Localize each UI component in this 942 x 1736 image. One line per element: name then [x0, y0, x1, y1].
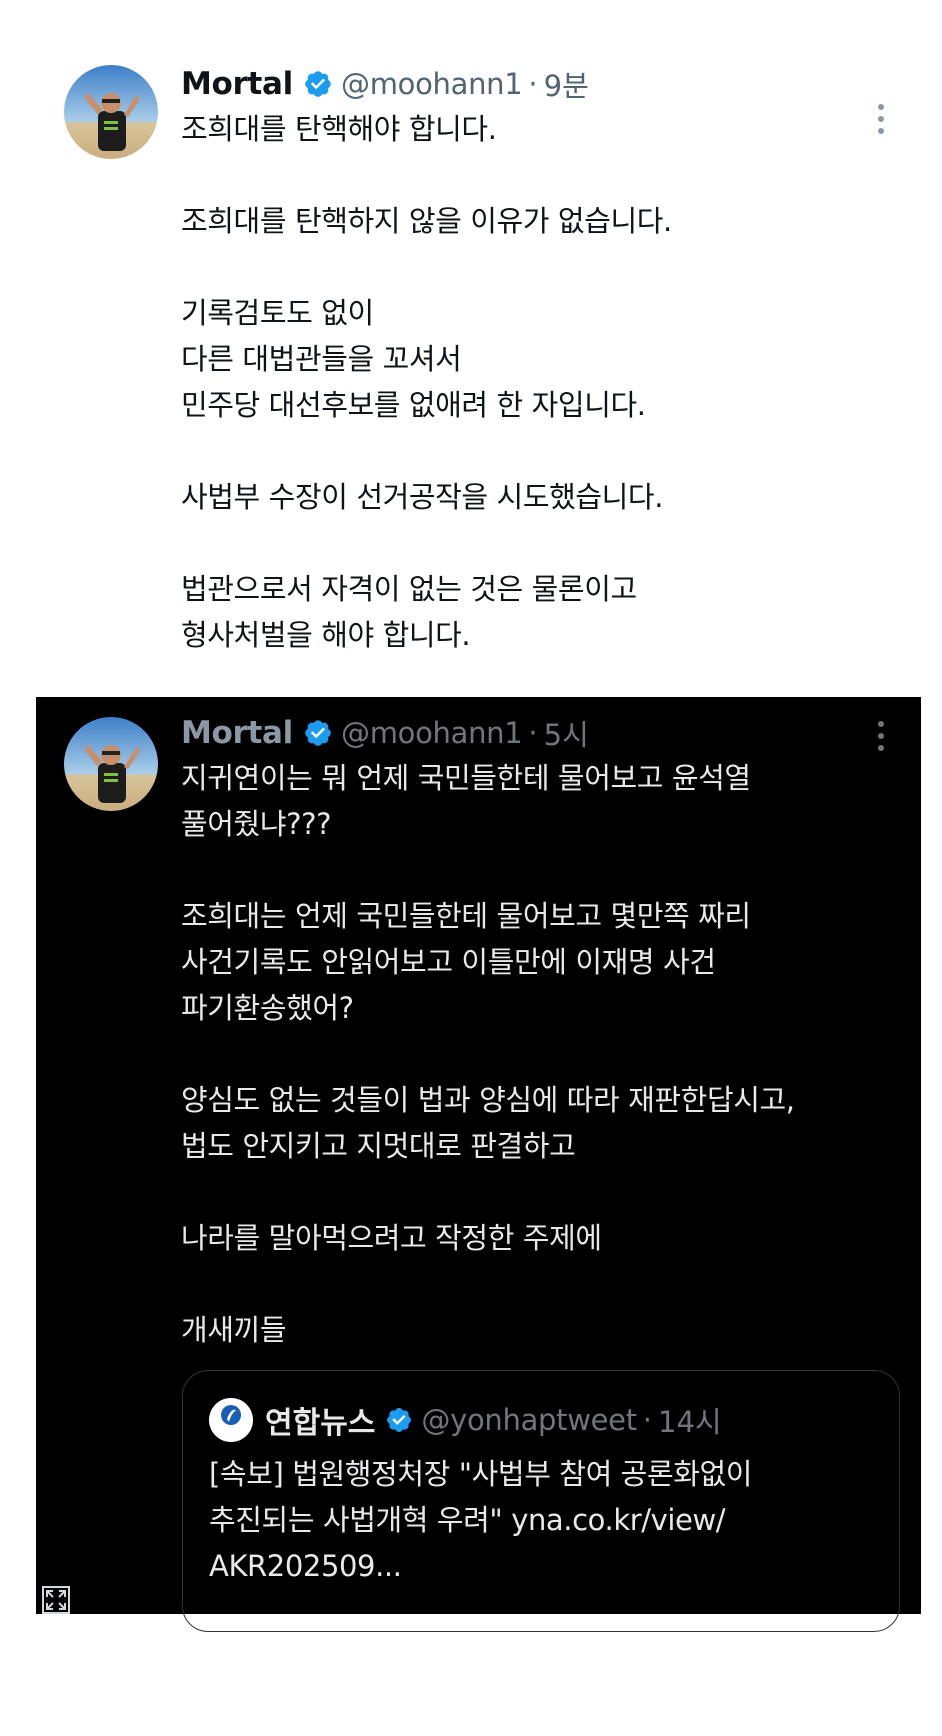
verified-badge-icon [305, 720, 331, 746]
tweet-header: Mortal @moohann1 · 5시 [181, 711, 589, 755]
quoted-tweet-header: 연합뉴스 @yonhaptweet · 14시 [209, 1397, 722, 1443]
tweet-line: 법관으로서 자격이 없는 것은 물론이고 [181, 572, 637, 606]
quoted-author-name[interactable]: 연합뉴스 [265, 1398, 375, 1442]
quoted-line: 추진되는 사법개혁 우려" yna.co.kr/view/ [209, 1503, 726, 1537]
tweet-light: Mortal @moohann1 · 9분 조희대를 탄핵해야 합니다. 조희대… [0, 40, 942, 680]
separator-dot: · [528, 67, 538, 101]
quoted-line: [속보] 법원행정처장 "사법부 참여 공론화없이 [209, 1457, 753, 1491]
separator-dot: · [528, 716, 538, 750]
tweet-line: 민주당 대선후보를 없애려 한 자입니다. [181, 388, 646, 422]
tweet-body: 지귀연이는 뭐 언제 국민들한테 물어보고 윤석열 풀어줬냐??? 조희대는 언… [181, 755, 795, 1353]
tweet-line: 지귀연이는 뭐 언제 국민들한테 물어보고 윤석열 [181, 761, 751, 795]
author-name[interactable]: Mortal [181, 66, 293, 102]
tweet-line: 나라를 말아먹으려고 작정한 주제에 [181, 1221, 602, 1255]
author-avatar[interactable] [64, 65, 158, 159]
tweet-header: Mortal @moohann1 · 9분 [181, 62, 589, 106]
quoted-tweet-body: [속보] 법원행정처장 "사법부 참여 공론화없이 추진되는 사법개혁 우려" … [209, 1451, 752, 1589]
quoted-tweet-time[interactable]: 14시 [658, 1399, 722, 1441]
quoted-tweet-card[interactable]: 연합뉴스 @yonhaptweet · 14시 [속보] 법원행정처장 "사법부… [182, 1370, 900, 1632]
author-avatar[interactable] [64, 717, 158, 811]
more-options-icon[interactable] [876, 104, 886, 134]
author-handle[interactable]: @moohann1 [341, 716, 523, 750]
expand-media-icon[interactable] [42, 1586, 70, 1614]
tweet-line: 형사처벌을 해야 합니다. [181, 618, 471, 652]
tweet-time[interactable]: 5시 [544, 712, 589, 754]
tweet-line: 사건기록도 안읽어보고 이틀만에 이재명 사건 [181, 945, 716, 979]
tweet-dark: Mortal @moohann1 · 5시 지귀연이는 뭐 언제 국민들한테 물… [36, 697, 921, 1632]
tweet-line: 조희대는 언제 국민들한테 물어보고 몇만쪽 짜리 [181, 899, 751, 933]
more-options-icon[interactable] [876, 721, 886, 751]
tweet-line: 파기환송했어? [181, 991, 354, 1025]
tweet-body: 조희대를 탄핵해야 합니다. 조희대를 탄핵하지 않을 이유가 없습니다. 기록… [181, 106, 672, 658]
tweet-line: 조희대를 탄핵하지 않을 이유가 없습니다. [181, 204, 672, 238]
tweet-line: 개새끼들 [181, 1313, 287, 1347]
tweet-line: 양심도 없는 것들이 법과 양심에 따라 재판한답시고, [181, 1083, 795, 1117]
verified-badge-icon [305, 71, 331, 97]
tweet-line: 조희대를 탄핵해야 합니다. [181, 112, 497, 146]
quoted-line: AKR202509... [209, 1549, 402, 1583]
tweet-line: 기록검토도 없이 [181, 296, 374, 330]
tweet-time[interactable]: 9분 [544, 63, 589, 105]
tweet-line: 풀어줬냐??? [181, 807, 332, 841]
tweet-line: 사법부 수장이 선거공작을 시도했습니다. [181, 480, 664, 514]
tweet-line: 다른 대법관들을 꼬셔서 [181, 342, 462, 376]
author-name[interactable]: Mortal [181, 715, 293, 751]
yonhap-logo[interactable] [209, 1398, 253, 1442]
tweet-line: 법도 안지키고 지멋대로 판결하고 [181, 1129, 576, 1163]
separator-dot: · [642, 1403, 653, 1437]
quoted-author-handle[interactable]: @yonhaptweet [421, 1403, 637, 1437]
author-handle[interactable]: @moohann1 [341, 67, 523, 101]
verified-badge-icon [387, 1408, 412, 1432]
